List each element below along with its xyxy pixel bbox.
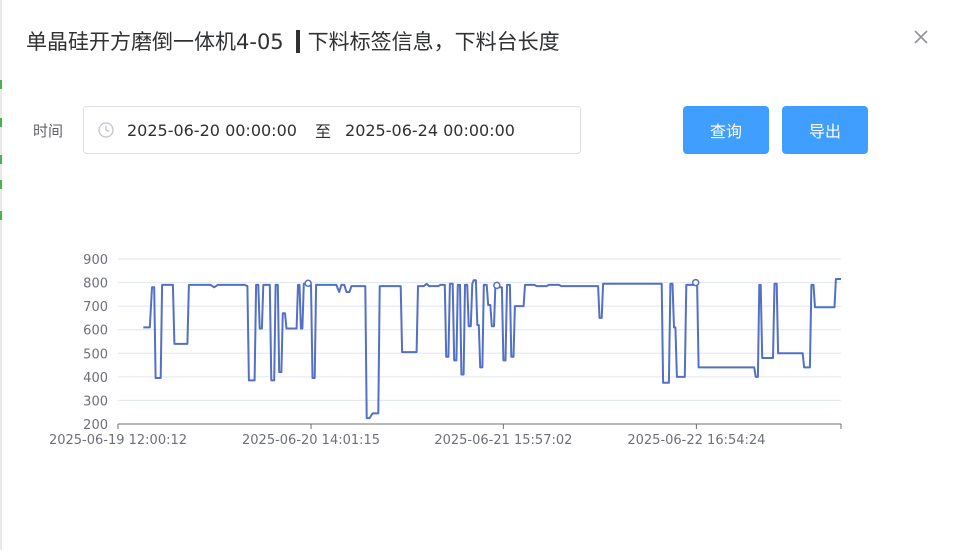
y-tick-label: 500 <box>83 347 108 362</box>
query-button[interactable]: 查询 <box>683 106 769 154</box>
y-tick-label: 200 <box>83 418 108 433</box>
series-point <box>493 281 501 290</box>
start-date-input[interactable]: 2025-06-20 00:00:00 <box>127 121 309 140</box>
close-button[interactable] <box>910 26 932 48</box>
time-label: 时间 <box>33 122 64 140</box>
left-mark <box>0 180 2 189</box>
export-button[interactable]: 导出 <box>782 106 868 154</box>
x-tick-label: 2025-06-21 15:57:02 <box>434 433 572 448</box>
y-tick-label: 600 <box>83 324 108 339</box>
dialog-title-sub: 下料标签信息，下料台长度 <box>307 30 560 54</box>
series-line <box>143 278 841 420</box>
y-tick-label: 800 <box>83 277 108 292</box>
dialog-title: 单晶硅开方磨倒一体机4-05 下料标签信息，下料台长度 <box>26 24 560 58</box>
y-tick-label: 300 <box>83 394 108 409</box>
dialog-title-main: 单晶硅开方磨倒一体机4-05 <box>26 30 284 54</box>
range-separator: 至 <box>315 122 332 141</box>
x-tick-label: 2025-06-19 12:00:12 <box>49 433 187 448</box>
y-tick-label: 900 <box>83 253 108 268</box>
y-tick-label: 700 <box>83 300 108 315</box>
left-mark <box>0 80 2 89</box>
y-tick-label: 400 <box>83 371 108 386</box>
end-date-input[interactable]: 2025-06-24 00:00:00 <box>345 121 515 140</box>
date-range-picker[interactable]: 2025-06-20 00:00:00 至 2025-06-24 00:00:0… <box>83 106 581 154</box>
x-tick-label: 2025-06-22 16:54:24 <box>627 433 765 448</box>
series-point <box>304 279 312 288</box>
x-tick-label: 2025-06-20 14:01:15 <box>242 433 380 448</box>
title-separator <box>295 29 300 53</box>
clock-icon <box>98 122 114 138</box>
left-mark <box>0 118 2 127</box>
series-point <box>691 278 700 287</box>
left-mark <box>0 155 2 164</box>
close-icon <box>914 30 928 44</box>
left-mark <box>0 211 2 220</box>
length-line-chart: 200 300 400 500 600 700 800 900 2025-06-19 12:00… <box>49 253 842 448</box>
